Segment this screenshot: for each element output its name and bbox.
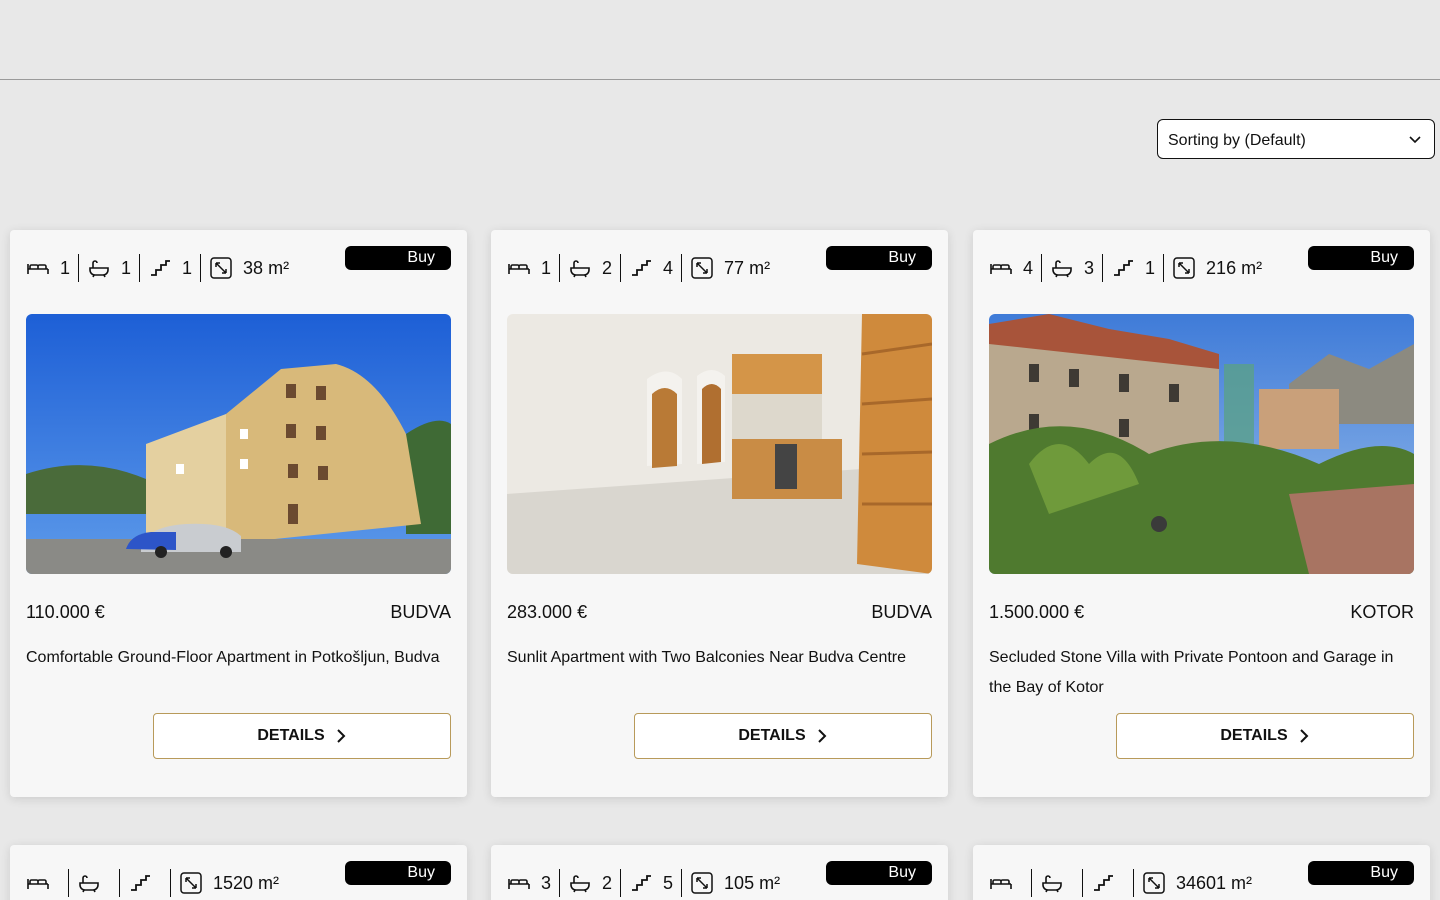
property-specs: 1 1 1 38 m² [26,254,297,282]
area-icon [1172,256,1196,280]
stairs-icon [148,256,172,280]
property-card[interactable]: 3 2 5 105 m² Buy [491,845,948,900]
bed-icon [507,871,531,895]
details-button[interactable]: DETAILS [153,713,451,759]
details-button-label: DETAILS [257,727,325,744]
area-value: 34601 m² [1176,872,1253,893]
bathtub-icon [1040,871,1064,895]
area-icon [179,871,203,895]
chevron-right-icon [336,729,346,743]
chevron-down-icon [1408,132,1422,146]
bathrooms-count: 3 [1084,257,1095,278]
bed-icon [989,871,1013,895]
bedrooms-count: 3 [541,872,552,893]
sort-dropdown[interactable]: Sorting by (Default) [1157,119,1435,159]
area-icon [209,256,233,280]
price: 283.000 € [507,602,588,622]
bed-icon [26,256,50,280]
area-icon [690,256,714,280]
property-card[interactable]: 1520 m² Buy [10,845,467,900]
bathrooms-count: 1 [121,257,132,278]
stairs-icon [128,871,152,895]
floor-count: 5 [663,872,674,893]
property-card[interactable]: 4 3 1 216 m² Buy 1.500.000 € KOTOR Seclu… [973,230,1430,797]
property-specs: 1 2 4 77 m² [507,254,778,282]
stairs-icon [1091,871,1115,895]
price: 110.000 € [26,602,105,622]
city: BUDVA [871,602,932,622]
header-bar [0,0,1440,80]
stairs-icon [629,871,653,895]
area-value: 77 m² [724,257,771,278]
property-specs: 34601 m² [989,869,1260,897]
deal-type-badge: Buy [345,246,451,270]
property-card[interactable]: 1 1 1 38 m² Buy 110.000 € BUDVA Comforta… [10,230,467,797]
bed-icon [507,256,531,280]
area-icon [1142,871,1166,895]
details-button[interactable]: DETAILS [1116,713,1414,759]
property-title[interactable]: Comfortable Ground-Floor Apartment in Po… [26,643,451,673]
property-photo[interactable] [26,314,451,574]
deal-type-badge: Buy [826,246,932,270]
property-specs: 1520 m² [26,869,287,897]
bathtub-icon [77,871,101,895]
property-photo[interactable] [507,314,932,574]
area-value: 1520 m² [213,872,280,893]
area-value: 216 m² [1206,257,1263,278]
price: 1.500.000 € [989,602,1085,622]
deal-type-badge: Buy [826,861,932,885]
bathtub-icon [568,256,592,280]
property-title[interactable]: Secluded Stone Villa with Private Pontoo… [989,643,1414,703]
bedrooms-count: 1 [60,257,71,278]
area-value: 105 m² [724,872,781,893]
property-specs: 4 3 1 216 m² [989,254,1270,282]
bed-icon [989,256,1013,280]
floor-count: 1 [1145,257,1156,278]
deal-type-badge: Buy [1308,861,1414,885]
deal-type-badge: Buy [345,861,451,885]
floor-count: 4 [663,257,674,278]
city: BUDVA [390,602,451,622]
stairs-icon [629,256,653,280]
property-card[interactable]: 34601 m² Buy [973,845,1430,900]
bathtub-icon [568,871,592,895]
property-card[interactable]: 1 2 4 77 m² Buy 283.000 € BUDVA Sunlit A… [491,230,948,797]
bedrooms-count: 4 [1023,257,1034,278]
property-photo[interactable] [989,314,1414,574]
bathtub-icon [87,256,111,280]
details-button-label: DETAILS [738,727,806,744]
bedrooms-count: 1 [541,257,552,278]
area-value: 38 m² [243,257,290,278]
deal-type-badge: Buy [1308,246,1414,270]
chevron-right-icon [1299,729,1309,743]
chevron-right-icon [817,729,827,743]
details-button-label: DETAILS [1220,727,1288,744]
sort-dropdown-label: Sorting by (Default) [1168,132,1306,149]
floor-count: 1 [182,257,193,278]
bathtub-icon [1050,256,1074,280]
bed-icon [26,871,50,895]
stairs-icon [1111,256,1135,280]
city: KOTOR [1350,602,1414,622]
area-icon [690,871,714,895]
property-specs: 3 2 5 105 m² [507,869,788,897]
bathrooms-count: 2 [602,872,613,893]
property-title[interactable]: Sunlit Apartment with Two Balconies Near… [507,643,932,673]
details-button[interactable]: DETAILS [634,713,932,759]
bathrooms-count: 2 [602,257,613,278]
